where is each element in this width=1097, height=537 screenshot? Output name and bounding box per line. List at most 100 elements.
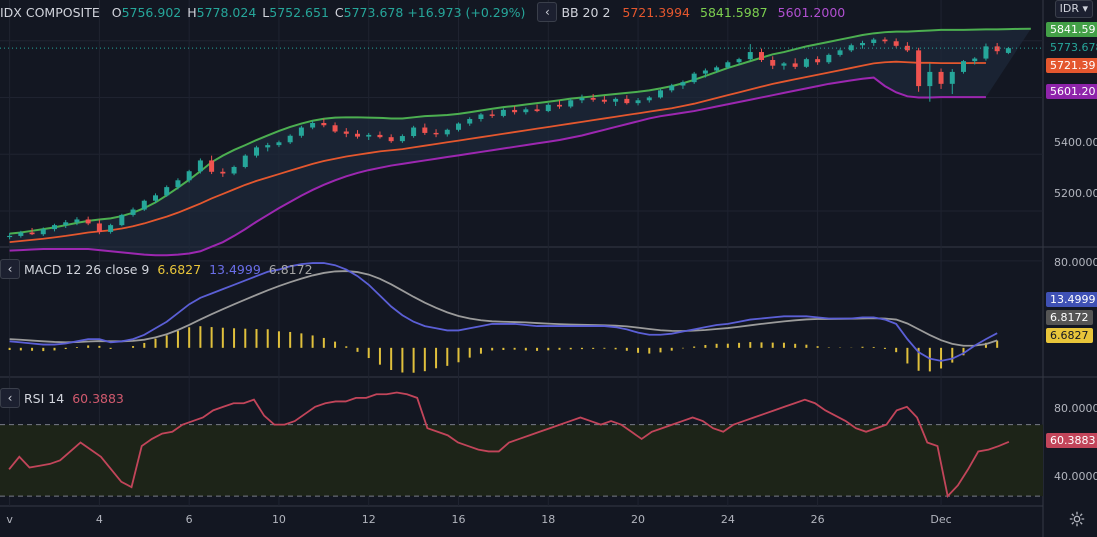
candle-body: [702, 70, 708, 74]
candle-body: [938, 71, 944, 84]
time-tick-label: 18: [541, 513, 556, 526]
candle-body: [747, 52, 753, 60]
candle-body: [658, 90, 663, 98]
candle-body: [96, 223, 102, 232]
candle-body: [523, 109, 529, 113]
candle-body: [781, 63, 787, 66]
candle-body: [411, 127, 417, 137]
candle-body: [366, 134, 372, 137]
candle-body: [837, 50, 843, 55]
chart-stage: IDX COMPOSITE O 5756.902 H 5778.024 L 57…: [0, 0, 1097, 537]
candle-body: [669, 85, 675, 91]
candle-body: [7, 235, 13, 238]
open-value: 5756.902: [121, 4, 182, 20]
candle-body: [635, 100, 641, 104]
candle-body: [512, 109, 518, 113]
candle-body: [197, 160, 203, 172]
rsi-tick: 40.0000: [1054, 470, 1097, 483]
candle-body: [534, 109, 540, 112]
candle-body: [680, 82, 686, 86]
rsi-band-fill: [0, 424, 1043, 497]
candle-body: [231, 166, 237, 174]
macd-value: 13.4999: [209, 261, 261, 277]
time-tick-label: 24: [720, 513, 735, 526]
candle-body: [803, 59, 809, 67]
time-tick-label: 10: [271, 513, 286, 526]
candle-body: [456, 123, 461, 130]
candle-body: [646, 97, 652, 101]
rsi-label[interactable]: RSI 14: [24, 391, 64, 406]
rsi-tag: 60.3883: [1046, 433, 1097, 448]
collapse-chevron-icon[interactable]: ‹: [0, 388, 20, 408]
candle-body: [467, 119, 473, 124]
candle-body: [444, 129, 450, 135]
candle-body: [85, 219, 91, 224]
rsi-tick: 80.0000: [1054, 402, 1097, 415]
macd-tick: 80.0000: [1054, 256, 1097, 269]
candle-body: [893, 41, 899, 46]
candle-body: [590, 98, 596, 100]
time-tick-label: 4: [95, 513, 103, 526]
bb-mid-value: 5721.3994: [622, 4, 691, 20]
bb-upper-tag: 5841.59: [1046, 22, 1097, 37]
candle-body: [736, 59, 742, 63]
candle-body: [927, 71, 933, 87]
candle-body: [108, 225, 114, 232]
high-label: H: [187, 4, 197, 20]
candle-body: [848, 45, 854, 51]
rsi-value: 60.3883: [72, 390, 124, 406]
settings-gear-icon[interactable]: [1068, 510, 1086, 528]
candle-body: [377, 134, 383, 138]
candle-body: [904, 45, 910, 51]
candle-body: [265, 145, 271, 148]
candle-body: [332, 125, 338, 132]
bb-lower-tag: 5601.20: [1046, 84, 1097, 99]
candle-body: [276, 142, 282, 146]
candle-body: [545, 104, 551, 112]
candle-body: [613, 98, 619, 102]
candle-body: [388, 137, 394, 142]
currency-select[interactable]: IDR ▾: [1054, 0, 1093, 18]
candle-body: [860, 42, 865, 46]
candle-body: [770, 59, 776, 66]
candle-body: [714, 67, 720, 71]
candle-body: [29, 232, 35, 235]
high-value: 5778.024: [196, 4, 257, 20]
candle-body: [500, 109, 506, 116]
candle-body: [826, 54, 832, 63]
candle-body: [557, 104, 562, 107]
candle-body: [489, 114, 495, 116]
bb-label[interactable]: BB 20 2: [561, 5, 610, 20]
time-tick-label: 26: [810, 513, 825, 526]
candle-body: [18, 232, 24, 236]
candle-body: [164, 187, 170, 196]
candle-body: [321, 122, 327, 126]
candle-body: [220, 171, 226, 174]
candle-body: [209, 160, 215, 172]
symbol-name[interactable]: IDX COMPOSITE: [0, 5, 100, 20]
candle-body: [691, 73, 697, 83]
close-value: 5773.678: [343, 4, 404, 20]
candle-body: [186, 171, 192, 181]
candle-body: [355, 133, 360, 137]
candle-body: [949, 71, 955, 84]
candle-body: [1005, 48, 1011, 53]
candle-body: [242, 155, 248, 167]
low-label: L: [262, 4, 270, 20]
candle-body: [792, 63, 798, 67]
candle-body: [478, 114, 484, 120]
macd-label[interactable]: MACD 12 26 close 9: [24, 262, 149, 277]
candle-body: [601, 99, 607, 102]
collapse-chevron-icon[interactable]: ‹: [0, 259, 20, 279]
close-price-tag: 5773.678: [1046, 40, 1097, 55]
candle-body: [310, 122, 316, 128]
candle-body: [63, 222, 69, 226]
close-label: C: [334, 4, 344, 20]
candle-body: [343, 131, 349, 134]
candle-body: [40, 229, 46, 235]
time-tick-label: Dec: [930, 513, 952, 526]
candle-body: [725, 62, 731, 68]
macd-hist-value: 6.6827: [157, 261, 202, 277]
time-tick-label: 20: [631, 513, 646, 526]
collapse-chevron-icon[interactable]: ‹: [537, 2, 558, 22]
